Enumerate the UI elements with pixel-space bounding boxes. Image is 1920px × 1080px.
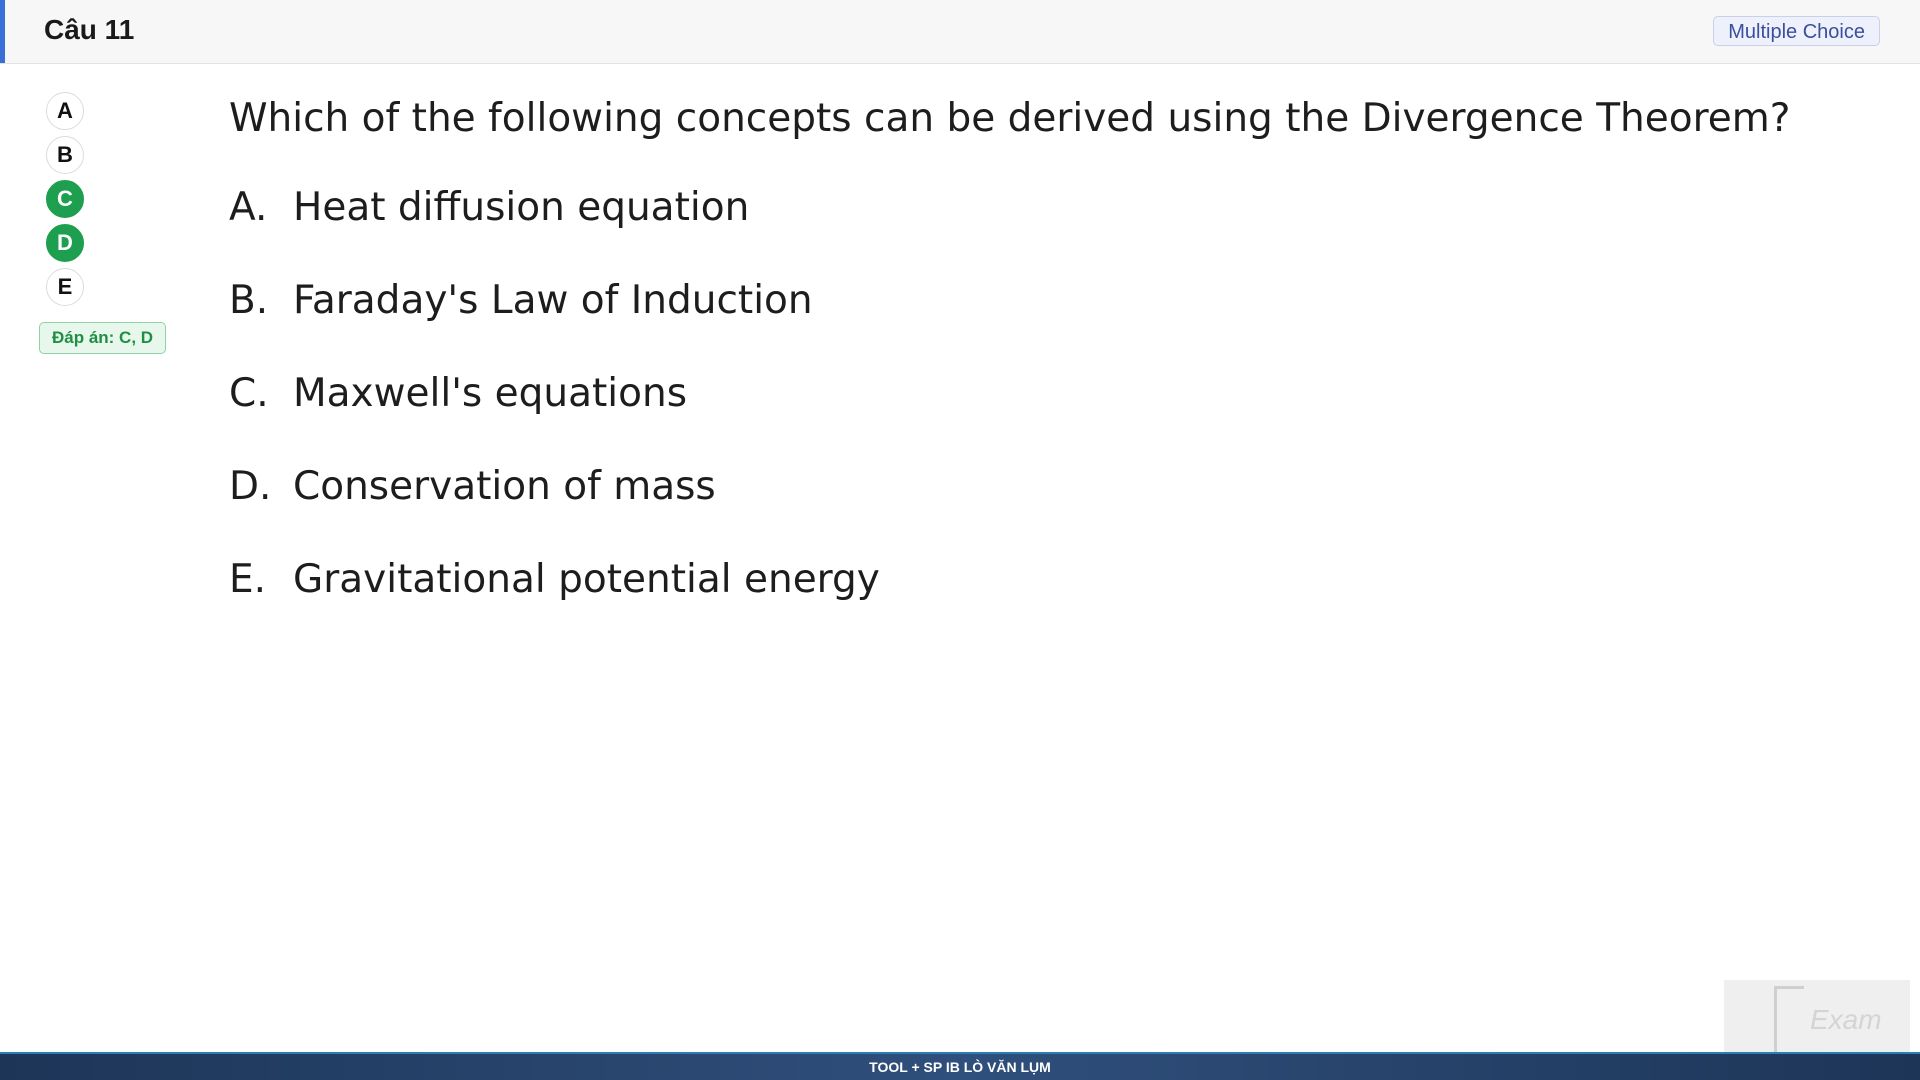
choice-text: Heat diffusion equation bbox=[293, 185, 750, 230]
choice-text: Maxwell's equations bbox=[293, 371, 688, 416]
choice-c: C. Maxwell's equations bbox=[229, 371, 1790, 416]
choice-b: B. Faraday's Law of Induction bbox=[229, 278, 1790, 323]
correct-answer-badge: Đáp án: C, D bbox=[39, 322, 167, 354]
option-circle-c[interactable]: C bbox=[46, 180, 84, 218]
question-type-badge: Multiple Choice bbox=[1713, 16, 1880, 46]
choice-d: D. Conservation of mass bbox=[229, 464, 1790, 509]
choice-a: A. Heat diffusion equation bbox=[229, 185, 1790, 230]
choice-text: Faraday's Law of Induction bbox=[293, 278, 813, 323]
choice-text: Gravitational potential energy bbox=[293, 557, 880, 602]
question-content: Which of the following concepts can be d… bbox=[229, 96, 1790, 650]
choice-text: Conservation of mass bbox=[293, 464, 716, 509]
logo-text: Exam bbox=[1810, 1004, 1882, 1035]
answer-options-nav: A B C D E bbox=[46, 92, 86, 312]
choice-letter: D. bbox=[229, 464, 272, 509]
option-circle-d[interactable]: D bbox=[46, 224, 84, 262]
question-title: Câu 11 bbox=[44, 14, 135, 45]
footer-bar: TOOL + SP IB LÒ VĂN LỤM bbox=[0, 1052, 1920, 1080]
question-header: Câu 11 Multiple Choice bbox=[0, 0, 1920, 64]
choice-letter: A. bbox=[229, 185, 268, 230]
header-accent-bar bbox=[0, 0, 5, 63]
choice-e: E. Gravitational potential energy bbox=[229, 557, 1790, 602]
fu-exam-logo: Exam bbox=[1724, 980, 1910, 1052]
logo-mark-icon bbox=[1774, 986, 1804, 1052]
option-circle-a[interactable]: A bbox=[46, 92, 84, 130]
choice-letter: E. bbox=[229, 557, 267, 602]
question-text: Which of the following concepts can be d… bbox=[229, 96, 1791, 141]
choice-letter: C. bbox=[229, 371, 269, 416]
option-circle-e[interactable]: E bbox=[46, 268, 84, 306]
choice-letter: B. bbox=[229, 278, 269, 323]
option-circle-b[interactable]: B bbox=[46, 136, 84, 174]
